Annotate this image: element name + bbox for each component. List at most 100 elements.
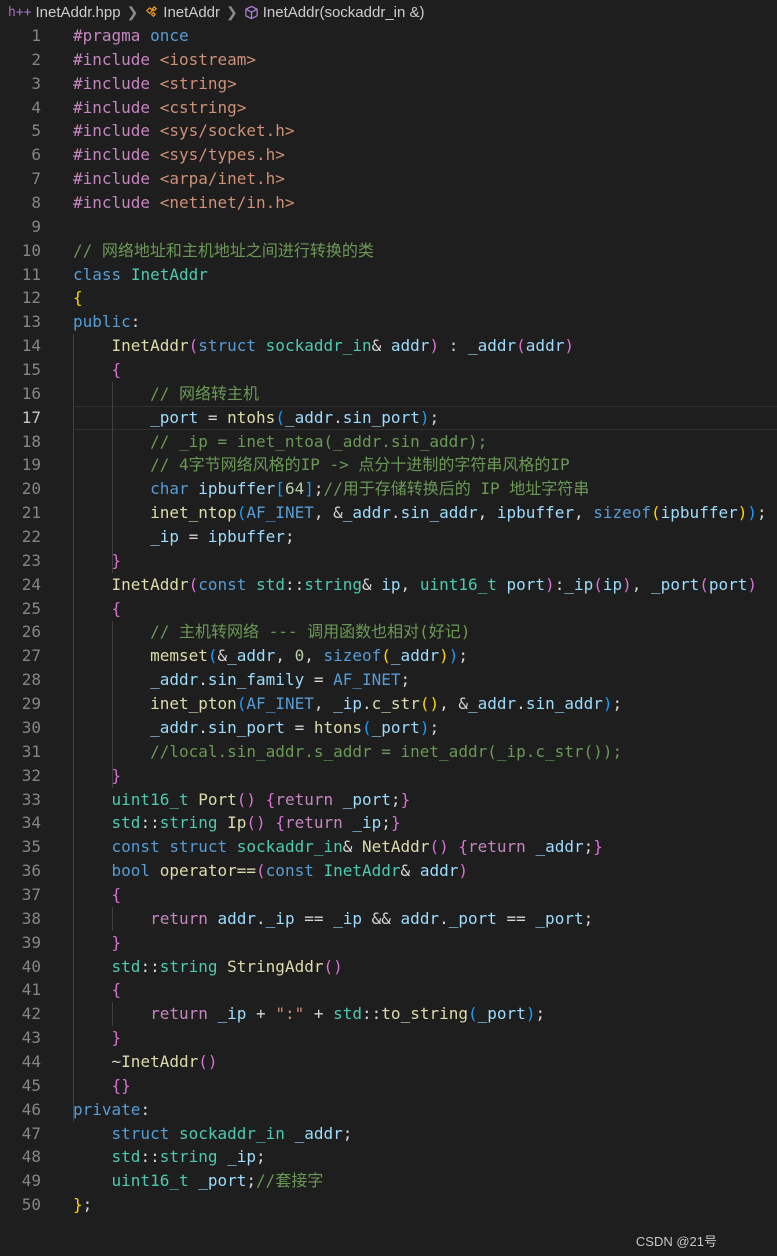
code-token: uint16_t (111, 789, 189, 809)
code-line[interactable]: 23 } (0, 549, 777, 573)
code-token: && (362, 908, 401, 928)
code-line[interactable]: 1 #pragma once (0, 24, 777, 48)
code-token: ) (525, 1004, 536, 1024)
code-line[interactable]: 5 #include <sys/socket.h> (0, 119, 777, 143)
code-line[interactable]: 38 return addr._ip == _ip && addr._port … (0, 907, 777, 931)
code-line[interactable]: 24 InetAddr(const std::string& ip, uint1… (0, 573, 777, 597)
code-token: <netinet/in.h> (159, 193, 295, 213)
code-line[interactable]: 48 std::string _ip; (0, 1145, 777, 1169)
code-line[interactable]: 30 _addr.sin_port = htons(_port); (0, 716, 777, 740)
code-line[interactable]: 43 } (0, 1026, 777, 1050)
code-line[interactable]: 26 // 主机转网络 --- 调用函数也相对(好记) (0, 620, 777, 644)
code-token: ( (236, 503, 247, 523)
line-number: 35 (21, 837, 41, 857)
code-token: { (111, 980, 122, 1000)
code-token: #include (73, 193, 151, 213)
code-token: ; (429, 407, 440, 427)
code-token: _addr (390, 646, 440, 666)
code-line[interactable]: 46 private: (0, 1098, 777, 1122)
code-line[interactable]: 41 { (0, 978, 777, 1002)
code-line[interactable]: 44 ~InetAddr() (0, 1050, 777, 1074)
code-line[interactable]: 50}; (0, 1193, 777, 1217)
code-token: _ip (265, 908, 295, 928)
code-token: ) (747, 574, 758, 594)
code-line[interactable]: 8 #include <netinet/in.h> (0, 191, 777, 215)
line-number: 26 (21, 622, 41, 642)
code-token: : (439, 336, 468, 356)
code-token: addr (419, 861, 459, 881)
code-token: Port (198, 789, 237, 809)
code-line[interactable]: 15 { (0, 358, 777, 382)
code-token: sizeof (323, 646, 382, 666)
code-line[interactable]: 18 // _ip = inet_ntoa(_addr.sin_addr); (0, 430, 777, 454)
line-number: 3 (31, 73, 41, 93)
code-token: addr (525, 336, 565, 356)
code-line[interactable]: 9 (0, 215, 777, 239)
code-text: // 主机转网络 --- 调用函数也相对(好记) (73, 620, 470, 644)
code-line[interactable]: 22 _ip = ipbuffer; (0, 525, 777, 549)
code-line[interactable]: 16 // 网络转主机 (0, 382, 777, 406)
code-line[interactable]: 35 const struct sockaddr_in& NetAddr() {… (0, 835, 777, 859)
code-editor[interactable]: 1 #pragma once 2 #include <iostream> 3 #inclu… (0, 24, 777, 1220)
code-line[interactable]: 33 uint16_t Port() {return _port;} (0, 788, 777, 812)
code-text: { (73, 358, 122, 382)
code-line[interactable]: 2 #include <iostream> (0, 48, 777, 72)
line-number: 48 (21, 1147, 41, 1167)
code-line[interactable]: 47 struct sockaddr_in _addr; (0, 1122, 777, 1146)
code-text: #include <string> (73, 72, 237, 96)
code-line[interactable]: 27 memset(&_addr, 0, sizeof(_addr)); (0, 644, 777, 668)
breadcrumb-method[interactable]: InetAddr(sockaddr_in &) (244, 4, 425, 21)
code-line[interactable]: 4 #include <cstring> (0, 96, 777, 120)
code-line[interactable]: 25 { (0, 597, 777, 621)
code-token: _port (651, 574, 700, 594)
breadcrumb-class[interactable]: InetAddr (144, 4, 220, 21)
line-number: 45 (21, 1075, 41, 1095)
code-line[interactable]: 39 } (0, 931, 777, 955)
code-line[interactable]: 36 bool operator==(const InetAddr& addr) (0, 859, 777, 883)
code-line[interactable]: 32 } (0, 764, 777, 788)
code-line[interactable]: 19 // 4字节网络风格的IP -> 点分十进制的字符串风格的IP (0, 453, 777, 477)
code-line[interactable]: 34 std::string Ip() {return _ip;} (0, 811, 777, 835)
code-token: // 4字节网络风格的IP -> 点分十进制的字符串风格的IP (150, 455, 570, 475)
breadcrumb-file[interactable]: h++ InetAddr.hpp (8, 4, 121, 21)
code-token: ipbuffer (207, 527, 285, 547)
code-token: bool (111, 861, 151, 881)
code-line[interactable]: 14 InetAddr(struct sockaddr_in& addr) : … (0, 334, 777, 358)
code-text: memset(&_addr, 0, sizeof(_addr)); (73, 644, 468, 668)
code-token: sockaddr_in (178, 1123, 285, 1143)
code-line[interactable]: 10 // 网络地址和主机地址之间进行转换的类 (0, 239, 777, 263)
code-line[interactable]: 21 inet_ntop(AF_INET, &_addr.sin_addr, i… (0, 501, 777, 525)
code-token: AF_INET (333, 670, 401, 690)
code-token: ( (188, 336, 199, 356)
line-number: 5 (31, 121, 41, 141)
code-line[interactable]: 20 char ipbuffer[64];//用于存储转换后的 IP 地址字符串 (0, 477, 777, 501)
code-line[interactable]: 6 #include <sys/types.h> (0, 143, 777, 167)
code-line[interactable]: 29 inet_pton(AF_INET, _ip.c_str(), &_add… (0, 692, 777, 716)
code-line[interactable]: 42 return _ip + ":" + std::to_string(_po… (0, 1002, 777, 1026)
code-line[interactable]: 13 public: (0, 310, 777, 334)
code-line[interactable]: 3 #include <string> (0, 72, 777, 96)
code-token: . (516, 694, 526, 714)
code-line[interactable]: 37 { (0, 883, 777, 907)
code-text: // 网络地址和主机地址之间进行转换的类 (73, 239, 374, 263)
code-line[interactable]: 17 _port = ntohs(_addr.sin_port); (0, 405, 777, 430)
code-text: #include <arpa/inet.h> (73, 167, 285, 191)
code-line[interactable]: 40 std::string StringAddr() (0, 955, 777, 979)
code-line[interactable]: 28 _addr.sin_family = AF_INET; (0, 668, 777, 692)
code-line[interactable]: 49 uint16_t _port;//套接字 (0, 1169, 777, 1193)
code-token: _ip (333, 908, 363, 928)
code-token: _addr (150, 717, 199, 737)
code-line[interactable]: 45 {} (0, 1074, 777, 1098)
line-number: 1 (31, 26, 41, 45)
code-text: InetAddr(const std::string& ip, uint16_t… (73, 573, 758, 597)
code-line[interactable]: 31 //local.sin_addr.s_addr = inet_addr(_… (0, 740, 777, 764)
code-line[interactable]: 11 class InetAddr (0, 263, 777, 287)
code-token: ] (304, 479, 314, 499)
code-line[interactable]: 7 #include <arpa/inet.h> (0, 167, 777, 191)
code-line[interactable]: 12 { (0, 286, 777, 310)
code-token: const (265, 861, 314, 881)
